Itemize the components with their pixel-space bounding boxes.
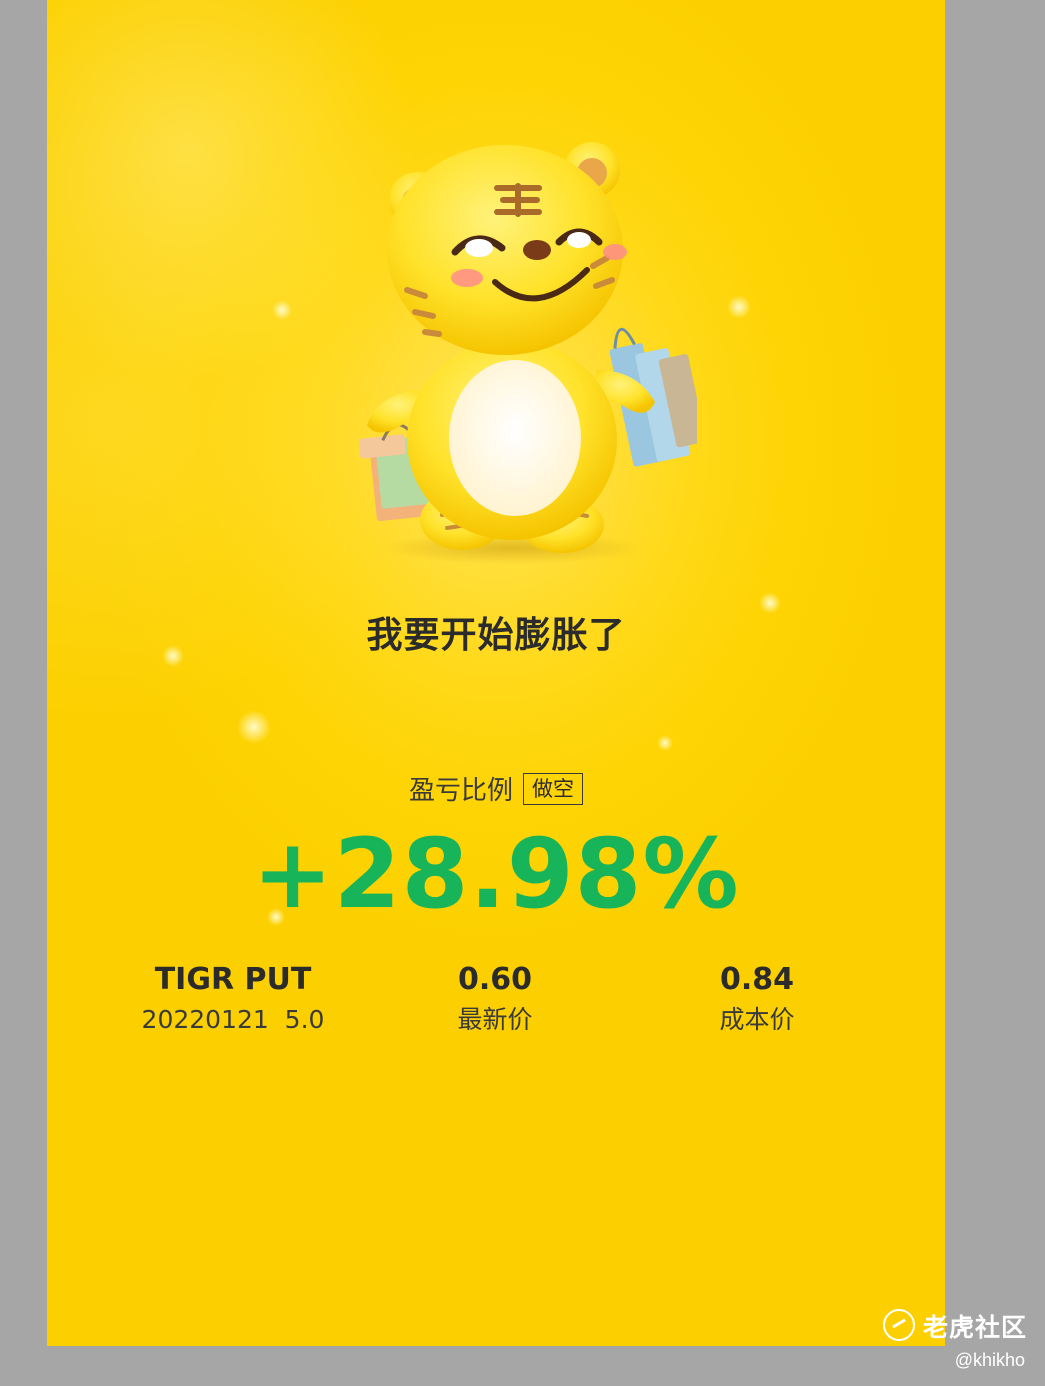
brand-name: 老虎社区	[922, 1313, 1027, 1342]
position-stats: TIGR PUT 20220121 5.0 0.60 最新价 0.84 成本价	[47, 960, 945, 1050]
contract-expiry-strike: 20220121 5.0	[141, 1005, 325, 1034]
sparkle-decoration	[727, 295, 751, 319]
sparkle-decoration	[657, 735, 673, 751]
pl-label-row: 盈亏比例 做空	[47, 770, 945, 807]
cost-price-value: 0.84	[719, 962, 795, 997]
cost-price-info: 0.84 成本价	[627, 960, 887, 1040]
contract-symbol: TIGR PUT	[154, 962, 312, 997]
headline-text: 我要开始膨胀了	[366, 615, 626, 656]
position-side-badge: 做空	[523, 772, 583, 805]
last-price-value: 0.60	[457, 962, 533, 997]
brand-watermark: 老虎社区	[882, 1308, 1027, 1344]
last-price-info: 0.60 最新价	[365, 960, 625, 1040]
contract-info: TIGR PUT 20220121 5.0	[103, 960, 363, 1040]
share-card: 我要开始膨胀了 盈亏比例 做空 +28.98% TIGR PUT 20220121…	[47, 0, 945, 1346]
cost-price-label: 成本价	[719, 1005, 795, 1034]
tiger-mascot-icon	[297, 140, 706, 570]
sparkle-decoration	[272, 300, 292, 320]
user-handle: @khikho	[954, 1350, 1025, 1370]
last-price-label: 最新价	[457, 1005, 533, 1034]
tiger-logo-icon	[882, 1309, 915, 1341]
sparkle-decoration	[237, 710, 271, 744]
pl-ratio-value: +28.98%	[252, 818, 740, 930]
pl-ratio-label: 盈亏比例	[408, 776, 513, 806]
